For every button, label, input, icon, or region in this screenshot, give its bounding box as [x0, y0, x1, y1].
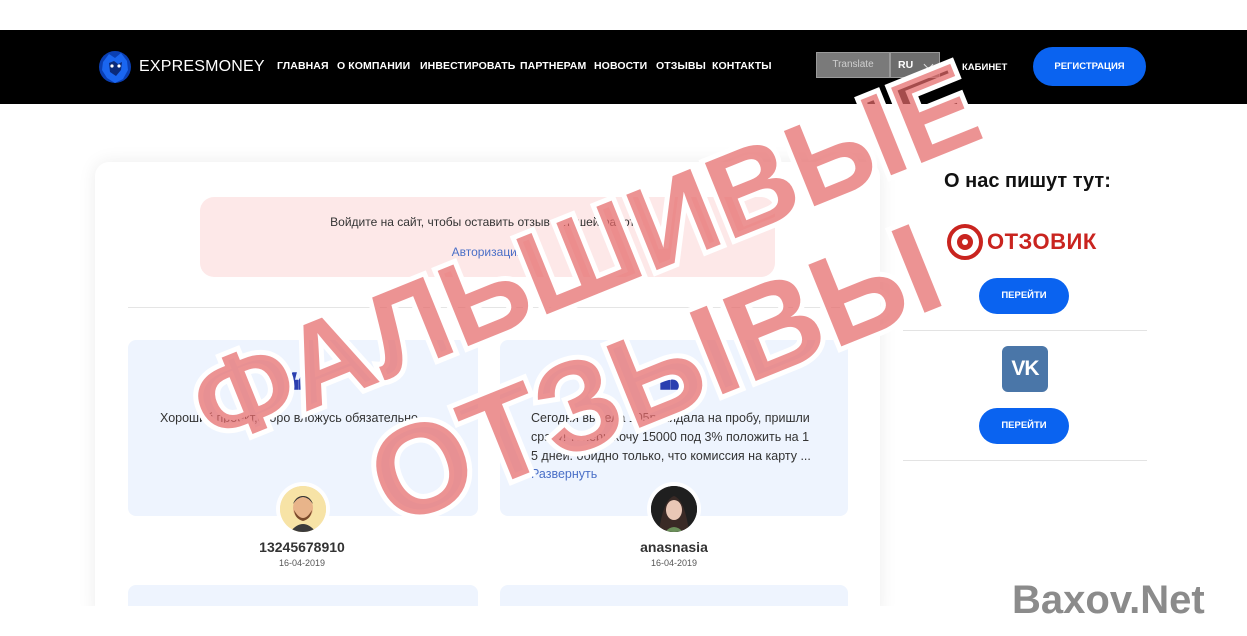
translate-button[interactable]: Translate — [816, 52, 890, 78]
nav-contacts[interactable]: КОНТАКТЫ — [712, 60, 772, 72]
avatar — [651, 486, 697, 532]
watermark: Baxov.Net — [1012, 578, 1205, 622]
lion-logo-icon — [99, 51, 131, 83]
language-value: RU — [898, 59, 914, 71]
bottom-fade — [0, 606, 990, 636]
sidebar-divider — [903, 330, 1147, 331]
vk-logo-icon[interactable]: vkVK — [1002, 346, 1048, 392]
authorization-link[interactable]: Авторизация — [200, 245, 775, 259]
brand-logo[interactable]: EXPRESMONEY — [97, 48, 265, 86]
divider — [128, 307, 848, 308]
woman-avatar-icon — [651, 486, 697, 532]
reviewer-name: anasnasia — [640, 539, 708, 555]
login-notice-text: Войдите на сайт, чтобы оставить отзыв о … — [330, 215, 645, 229]
sidebar-divider — [903, 460, 1147, 461]
login-notice: Войдите на сайт, чтобы оставить отзыв о … — [200, 197, 775, 277]
nav-partners[interactable]: ПАРТНЕРАМ — [520, 60, 586, 72]
otzovik-name: ОТЗОВИК — [987, 229, 1097, 254]
top-navbar: EXPRESMONEY ГЛАВНАЯ О КОМПАНИИ ИНВЕСТИРО… — [0, 30, 1247, 104]
otzovik-logo[interactable]: ОТЗОВИК — [947, 224, 1097, 260]
otzovik-go-button[interactable]: ПЕРЕЙТИ — [979, 278, 1069, 314]
sidebar-title: О нас пишут тут: — [944, 170, 1111, 192]
nav-reviews[interactable]: ОТЗЫВЫ — [656, 60, 706, 72]
reviewer-name: 13245678910 — [259, 539, 345, 555]
nav-home[interactable]: ГЛАВНАЯ — [277, 60, 329, 72]
language-select[interactable]: RU — [890, 52, 940, 78]
top-gap — [0, 0, 1247, 30]
review-text-line: 5 дней. обидно только, что комиссия на к… — [531, 449, 811, 463]
chevron-down-icon — [923, 59, 934, 70]
vk-go-button[interactable]: ПЕРЕЙТИ — [979, 408, 1069, 444]
review-date: 16-04-2019 — [278, 558, 326, 568]
cabinet-link[interactable]: КАБИНЕТ — [962, 62, 1007, 73]
review-text-line: Сегодня вывела 105р. кидала на пробу, пр… — [531, 411, 810, 425]
nav-about[interactable]: О КОМПАНИИ — [337, 60, 410, 72]
avatar — [280, 486, 326, 532]
review-text-line: сразу! теперь хочу 15000 под 3% положить… — [531, 430, 810, 444]
expand-link[interactable]: Развернуть — [531, 467, 597, 481]
register-button[interactable]: РЕГИСТРАЦИЯ — [1033, 47, 1146, 86]
nav-invest[interactable]: ИНВЕСТИРОВАТЬ — [420, 60, 515, 72]
bearded-man-avatar-icon — [280, 486, 326, 532]
otzovik-target-icon — [947, 224, 983, 260]
nav-news[interactable]: НОВОСТИ — [594, 60, 647, 72]
brand-name: EXPRESMONEY — [139, 58, 265, 75]
review-date: 16-04-2019 — [650, 558, 698, 568]
review-text: Хороший проект,скоро вложусь обязательно — [160, 411, 418, 425]
